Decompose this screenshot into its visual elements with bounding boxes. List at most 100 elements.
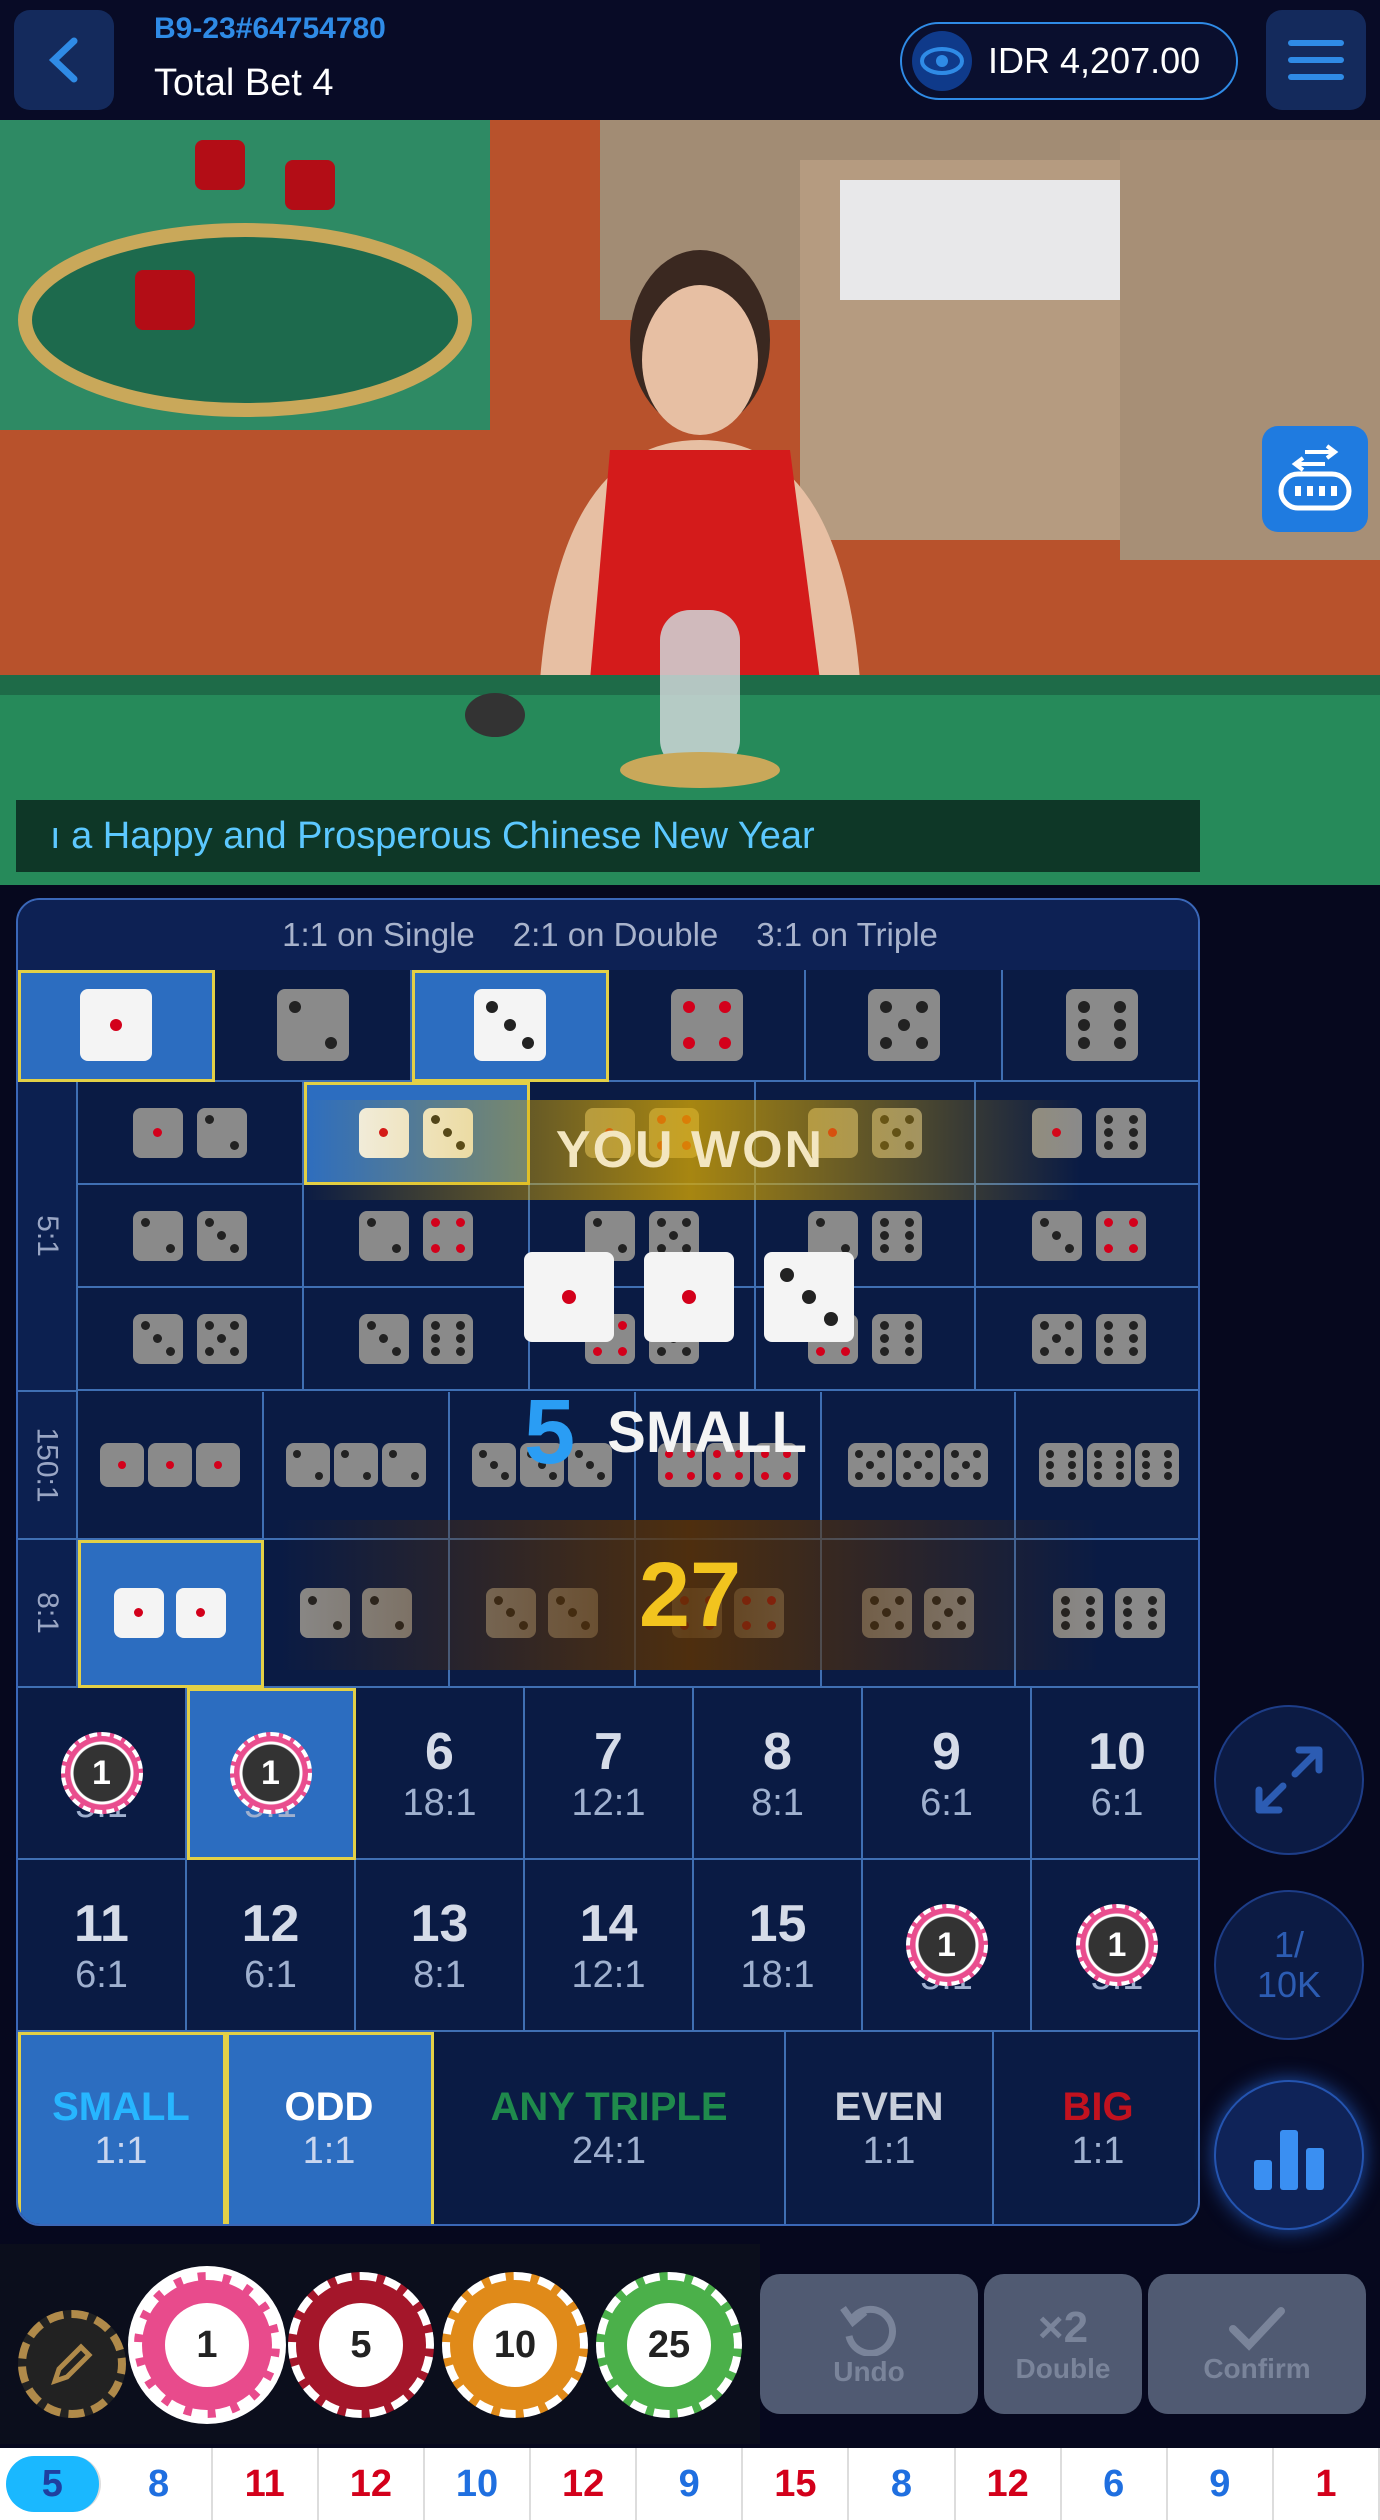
balance-pill[interactable]: IDR 4,207.00 <box>900 22 1238 100</box>
die-4-icon <box>1096 1210 1146 1261</box>
total-number: 7 <box>594 1722 623 1781</box>
win-amount: 27 <box>638 1543 742 1646</box>
die-3-icon <box>473 989 546 1061</box>
bet-any-triple[interactable]: ANY TRIPLE 24:1 <box>434 2032 786 2224</box>
triple-bet-2[interactable] <box>264 1392 450 1540</box>
total-bet-cell-0-0[interactable]: 5:11 <box>18 1688 187 1860</box>
total-bet-15[interactable]: 15 18:1 <box>694 1860 863 2032</box>
total-bet-13[interactable]: 13 8:1 <box>356 1860 525 2032</box>
single-bet-2[interactable] <box>215 970 412 1082</box>
die-6-icon <box>1065 989 1138 1061</box>
single-bet-6[interactable] <box>1003 970 1198 1082</box>
die-5-icon <box>848 1443 892 1487</box>
total-bet-cell-1-5[interactable]: 5:11 <box>863 1860 1032 2032</box>
total-odds: 12:1 <box>571 1953 646 1996</box>
total-bet-cell-0-1[interactable]: 5:11 <box>187 1688 356 1860</box>
chip-10[interactable]: 10 <box>442 2272 588 2418</box>
triple-bet-5[interactable] <box>822 1392 1016 1540</box>
eye-icon[interactable] <box>912 31 972 91</box>
total-number: 12 <box>241 1894 300 1953</box>
die-6-icon <box>1096 1107 1146 1158</box>
history-item: 9 <box>637 2448 744 2520</box>
die-5-icon <box>944 1443 988 1487</box>
fullscreen-button[interactable] <box>1214 1705 1364 1855</box>
triple-bet-6[interactable] <box>1016 1392 1198 1540</box>
total-bet-10[interactable]: 10 6:1 <box>1032 1688 1198 1860</box>
undo-icon <box>840 2305 896 2356</box>
total-number: 13 <box>410 1894 469 1953</box>
total-odds: 8:1 <box>413 1953 466 1996</box>
combo-bet-3-5[interactable] <box>78 1288 304 1391</box>
back-button[interactable] <box>14 10 114 110</box>
stats-button[interactable] <box>1214 2080 1364 2230</box>
total-number: 15 <box>748 1894 807 1953</box>
single-bet-4[interactable] <box>609 970 806 1082</box>
placed-chip: 1 <box>229 1732 312 1814</box>
die-2-icon <box>359 1210 409 1261</box>
placed-chip: 1 <box>905 1904 988 1986</box>
bet-limit-button[interactable]: 1/ 10K <box>1214 1890 1364 2040</box>
news-ticker: ı a Happy and Prosperous Chinese New Yea… <box>16 800 1200 872</box>
total-bet-9[interactable]: 9 6:1 <box>863 1688 1032 1860</box>
menu-button[interactable] <box>1266 10 1366 110</box>
combo-bet-3-4[interactable] <box>976 1185 1198 1288</box>
edit-chips-button[interactable] <box>18 2310 126 2418</box>
total-bet-12[interactable]: 12 6:1 <box>187 1860 356 2032</box>
odds-single: 1:1 on Single <box>282 916 475 953</box>
combo-bet-2-3[interactable] <box>78 1185 304 1288</box>
undo-button[interactable]: Undo <box>760 2274 978 2414</box>
history-item: 11 <box>213 2448 319 2520</box>
total-bet-cell-1-6[interactable]: 5:11 <box>1032 1860 1198 2032</box>
total-odds: 6:1 <box>75 1953 128 1996</box>
history-item: 9 <box>1168 2448 1274 2520</box>
pencil-icon <box>51 2343 93 2385</box>
confirm-button[interactable]: Confirm <box>1148 2274 1366 2414</box>
result-summary: 5 SMALL <box>524 1380 807 1485</box>
total-bet-8[interactable]: 8 8:1 <box>694 1688 863 1860</box>
combo-bet-2-4[interactable] <box>304 1185 530 1288</box>
total-bet-11[interactable]: 11 6:1 <box>18 1860 187 2032</box>
history-item: 6 <box>1062 2448 1168 2520</box>
bet-odd[interactable]: ODD 1:1 <box>226 2032 434 2224</box>
die-2-icon <box>276 989 349 1061</box>
double-button[interactable]: ×2 Double <box>984 2274 1142 2414</box>
combo-bet-3-6[interactable] <box>304 1288 530 1391</box>
check-icon <box>1229 2307 1285 2351</box>
switch-view-button[interactable] <box>1262 426 1368 532</box>
total-odds: 6:1 <box>920 1781 973 1824</box>
chip-25[interactable]: 25 <box>596 2272 742 2418</box>
combo-bet-5-6[interactable] <box>976 1288 1198 1391</box>
chip-5[interactable]: 5 <box>288 2272 434 2418</box>
total-bet-7[interactable]: 7 12:1 <box>525 1688 694 1860</box>
bet-big[interactable]: BIG 1:1 <box>994 2032 1198 2224</box>
total-odds: 6:1 <box>244 1953 297 1996</box>
single-bet-5[interactable] <box>806 970 1003 1082</box>
triple-bet-1[interactable] <box>78 1392 264 1540</box>
die-1-icon <box>79 989 152 1061</box>
odds-double: 2:1 on Double <box>512 916 719 953</box>
table-id: B9-23#64754780 <box>154 12 386 45</box>
bet-even[interactable]: EVEN 1:1 <box>786 2032 994 2224</box>
die-6-icon <box>872 1313 922 1364</box>
single-bet-3[interactable] <box>412 970 609 1082</box>
die-1-icon <box>100 1443 144 1487</box>
die-5-icon <box>896 1443 940 1487</box>
bet-small[interactable]: SMALL 1:1 <box>18 2032 226 2224</box>
total-bet-14[interactable]: 14 12:1 <box>525 1860 694 2032</box>
die-4-icon <box>670 989 743 1061</box>
result-dice <box>524 1252 854 1342</box>
live-video-feed <box>0 120 1380 885</box>
total-bet-6[interactable]: 6 18:1 <box>356 1688 525 1860</box>
expand-icon <box>1255 1746 1323 1814</box>
combo-bet-1-2[interactable] <box>78 1082 304 1185</box>
die-6-icon <box>1115 1588 1165 1638</box>
chip-1[interactable]: 1 <box>134 2272 280 2418</box>
single-bet-1[interactable] <box>18 970 215 1082</box>
result-die-1-icon <box>524 1252 614 1342</box>
history-item: 15 <box>743 2448 850 2520</box>
history-item: 12 <box>956 2448 1062 2520</box>
die-1-icon <box>148 1443 192 1487</box>
triple-odds-label: 150:1 <box>18 1392 78 1540</box>
history-item: 10 <box>425 2448 532 2520</box>
double-bet-1[interactable] <box>78 1540 264 1688</box>
